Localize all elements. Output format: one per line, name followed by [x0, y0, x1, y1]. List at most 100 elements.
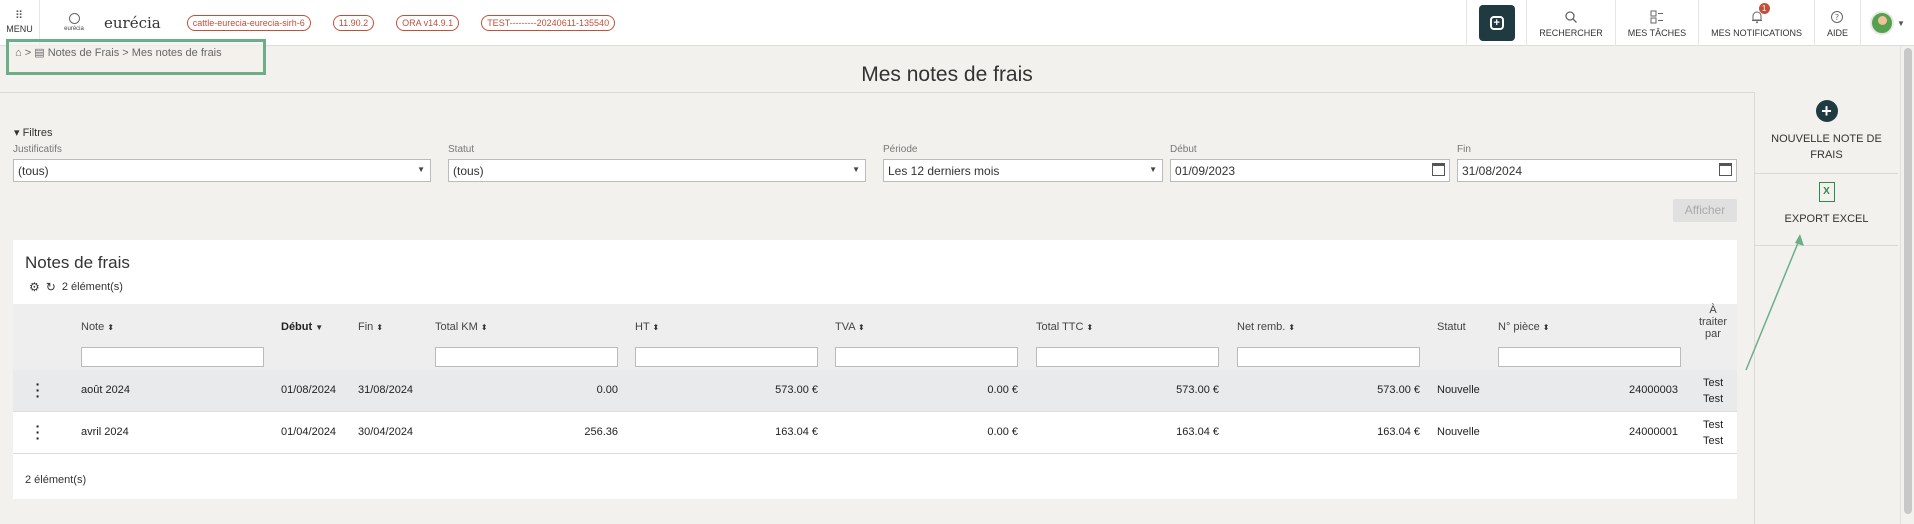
plus-circle-icon: +	[1815, 100, 1838, 122]
col-total-km[interactable]: Total KM ⬍	[435, 321, 488, 333]
col-fin-label: Fin	[358, 321, 374, 333]
cell-total-km: 256.36	[584, 426, 618, 438]
cell-total-ttc: 573.00 €	[1176, 384, 1219, 396]
table-count: 2 élément(s)	[61, 281, 123, 293]
table-row[interactable]: · · · août 2024 01/08/2024 31/08/2024 0.00…	[13, 370, 1737, 412]
cell-statut: Nouvelle	[1437, 384, 1480, 396]
calendar-icon[interactable]	[1432, 163, 1445, 176]
breadcrumb-separator: >	[24, 47, 32, 59]
breadcrumb-path[interactable]: Notes de Frais > Mes notes de frais	[48, 47, 222, 59]
cell-a-traiter-par: Test Test	[1703, 375, 1723, 407]
filter-note-input[interactable]	[81, 347, 264, 367]
quick-add-button[interactable]: +	[1478, 5, 1515, 41]
col-piece-label: N° pièce	[1498, 321, 1540, 333]
home-icon[interactable]: ⌂	[15, 47, 22, 59]
filter-piece-input[interactable]	[1498, 347, 1681, 367]
notifications-button[interactable]: 1 MES NOTIFICATIONS	[1698, 0, 1814, 46]
col-net-remb-label: Net remb.	[1237, 321, 1286, 333]
table-tools: ⚙ ↻ 2 élément(s)	[29, 280, 123, 294]
chevron-down-icon: ▼	[1149, 165, 1157, 174]
cell-ht: 163.04 €	[775, 426, 818, 438]
cell-note: août 2024	[81, 384, 130, 396]
filter-tva-input[interactable]	[835, 347, 1018, 367]
statut-select[interactable]: (tous) ▼	[448, 159, 866, 182]
row-actions-icon[interactable]: · · ·	[35, 377, 41, 403]
refresh-icon[interactable]: ↻	[46, 280, 56, 294]
row-actions-icon[interactable]: · · ·	[35, 419, 41, 445]
small-logo-text: eurécia	[64, 26, 84, 32]
col-a-traiter-line2: traiter	[1698, 316, 1728, 328]
title-divider	[0, 92, 1754, 93]
fin-label: Fin	[1457, 144, 1471, 155]
table-row[interactable]: · · · avril 2024 01/04/2024 30/04/2024 256…	[13, 412, 1737, 454]
menu-label: MENU	[6, 24, 33, 34]
notes-table-card: Notes de frais ⚙ ↻ 2 élément(s) Note ⬍ D…	[13, 240, 1737, 499]
new-expense-note-button[interactable]: + NOUVELLE NOTE DE FRAIS	[1755, 92, 1898, 174]
grid-icon: ⠿	[14, 10, 25, 22]
col-net-remb[interactable]: Net remb. ⬍	[1237, 321, 1295, 333]
table-footer-count: 2 élément(s)	[25, 474, 87, 486]
cell-fin: 30/04/2024	[358, 426, 414, 438]
cell-par-line2: Test	[1703, 393, 1724, 405]
statut-value: (tous)	[453, 164, 484, 178]
periode-label: Période	[883, 144, 918, 155]
page-scrollbar[interactable]	[1900, 46, 1914, 524]
cell-net-remb: 573.00 €	[1377, 384, 1420, 396]
calendar-icon[interactable]	[1719, 163, 1732, 176]
page-title: Mes notes de frais	[861, 63, 1033, 86]
top-bar: ⠿ MENU eurécia eurécia cattle-eurecia-eu…	[0, 0, 1914, 46]
col-debut[interactable]: Début ▼	[281, 321, 323, 333]
col-fin[interactable]: Fin ⬍	[358, 321, 383, 333]
cell-total-km: 0.00	[596, 384, 618, 396]
col-note-label: Note	[81, 321, 105, 333]
col-tva[interactable]: TVA ⬍	[835, 321, 865, 333]
sort-desc-icon: ▼	[315, 323, 324, 332]
filters-toggle[interactable]: ▾ Filtres	[14, 126, 53, 139]
col-a-traiter-par: À traiter par	[1696, 304, 1730, 340]
search-button[interactable]: RECHERCHER	[1526, 0, 1615, 46]
scrollbar-thumb[interactable]	[1904, 48, 1912, 514]
sort-icon: ⬍	[1542, 323, 1550, 332]
col-total-ttc-label: Total TTC	[1036, 321, 1084, 333]
col-a-traiter-line3: par	[1705, 328, 1721, 340]
filter-total-km-input[interactable]	[435, 347, 618, 367]
col-a-traiter-line1: À	[1709, 304, 1717, 316]
filter-total-ttc-input[interactable]	[1036, 347, 1219, 367]
table-title: Notes de frais	[25, 253, 130, 272]
fin-value: 31/08/2024	[1462, 164, 1523, 178]
sort-icon: ⬍	[1086, 323, 1094, 332]
periode-value: Les 12 derniers mois	[888, 164, 1000, 178]
periode-select[interactable]: Les 12 derniers mois ▼	[883, 159, 1163, 182]
col-ht[interactable]: HT ⬍	[635, 321, 659, 333]
col-note[interactable]: Note ⬍	[81, 321, 114, 333]
cell-a-traiter-par: Test Test	[1703, 417, 1723, 449]
sort-icon: ⬍	[858, 323, 865, 332]
user-menu[interactable]: ▼	[1860, 0, 1914, 46]
cell-debut: 01/08/2024	[281, 384, 337, 396]
cell-tva: 0.00 €	[987, 426, 1018, 438]
gear-icon[interactable]: ⚙	[29, 280, 40, 294]
svg-text:?: ?	[1835, 13, 1839, 22]
tasks-button[interactable]: MES TÂCHES	[1614, 0, 1698, 46]
fin-date-field[interactable]: 31/08/2024	[1457, 159, 1737, 182]
notification-badge: 1	[1758, 3, 1770, 14]
cell-total-ttc: 163.04 €	[1176, 426, 1219, 438]
filter-ht-input[interactable]	[635, 347, 818, 367]
col-tva-label: TVA	[835, 321, 855, 333]
help-button[interactable]: ? AIDE	[1813, 0, 1860, 46]
debut-date-field[interactable]: 01/09/2023	[1170, 159, 1450, 182]
sort-icon: ⬍	[1288, 323, 1296, 332]
filter-net-remb-input[interactable]	[1237, 347, 1420, 367]
cell-note: avril 2024	[81, 426, 129, 438]
col-piece[interactable]: N° pièce ⬍	[1498, 321, 1549, 333]
annotation-arrow	[1745, 234, 1804, 371]
col-ht-label: HT	[635, 321, 650, 333]
statut-label: Statut	[448, 144, 475, 155]
justificatifs-select[interactable]: (tous) ▼	[13, 159, 431, 182]
cell-piece: 24000003	[1629, 384, 1678, 396]
col-total-ttc[interactable]: Total TTC ⬍	[1036, 321, 1093, 333]
brand-logo[interactable]: eurécia	[104, 14, 161, 32]
cell-par-line1: Test	[1703, 377, 1724, 389]
afficher-button[interactable]: Afficher	[1673, 199, 1737, 222]
export-excel-label: EXPORT EXCEL	[1784, 213, 1869, 225]
